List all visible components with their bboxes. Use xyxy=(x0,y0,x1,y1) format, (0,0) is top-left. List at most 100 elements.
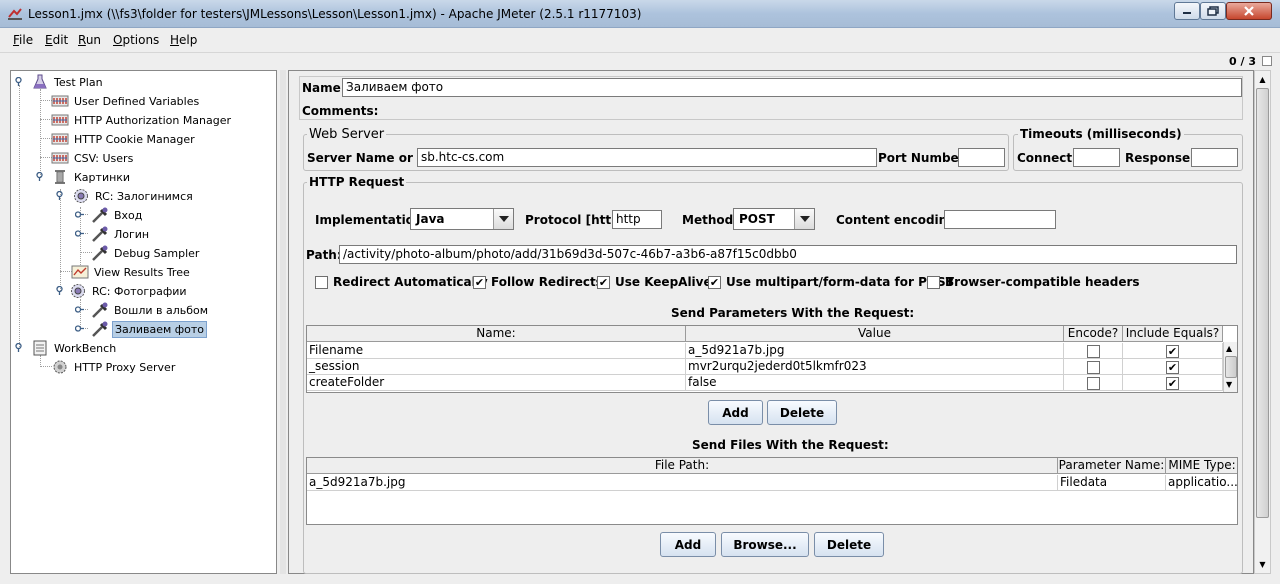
scroll-up-arrow-icon[interactable]: ▲ xyxy=(1226,344,1232,353)
browse-file-button[interactable]: Browse... xyxy=(721,532,809,557)
server-input[interactable]: sb.htc-cs.com xyxy=(417,148,877,167)
parameters-scrollbar[interactable]: ▲ ▼ xyxy=(1223,342,1237,392)
col-file-path-header[interactable]: File Path: xyxy=(307,458,1058,474)
tree-node-rc-photos[interactable]: RC: Фотографии xyxy=(69,282,189,300)
delete-file-button[interactable]: Delete xyxy=(814,532,884,557)
port-input[interactable] xyxy=(958,148,1005,167)
connect-timeout-input[interactable] xyxy=(1073,148,1120,167)
name-label: Name: xyxy=(302,81,346,95)
web-server-title: Web Server xyxy=(307,127,387,142)
http-request-title: HTTP Request xyxy=(307,175,407,189)
col-parameter-name-header[interactable]: Parameter Name: xyxy=(1058,458,1166,474)
menu-edit[interactable]: Edit xyxy=(45,33,68,47)
include-equals-checkbox[interactable]: ✔ xyxy=(1166,376,1179,390)
expand-toggle-test-plan[interactable] xyxy=(14,77,23,86)
col-name-header[interactable]: Name: xyxy=(307,326,686,342)
browser-compatible-headers-checkbox[interactable]: Browser-compatible headers xyxy=(927,275,1140,289)
col-value-header[interactable]: Value xyxy=(686,326,1064,342)
col-include-equals-header[interactable]: Include Equals? xyxy=(1123,326,1223,342)
menu-file[interactable]: File xyxy=(13,33,33,47)
tree-node-login[interactable]: Логин xyxy=(91,225,151,243)
listener-chart-icon xyxy=(71,265,89,279)
expand-toggle-rc-photos[interactable] xyxy=(55,286,64,295)
include-equals-checkbox[interactable]: ✔ xyxy=(1166,360,1179,374)
sampler-pipette-icon xyxy=(92,207,108,223)
editor-scrollbar[interactable]: ▲ ▼ xyxy=(1254,70,1271,574)
sampler-pipette-icon xyxy=(92,302,108,318)
flask-icon xyxy=(33,74,47,89)
config-element-icon xyxy=(51,114,69,126)
scroll-down-arrow-icon[interactable]: ▼ xyxy=(1226,380,1232,389)
include-equals-checkbox[interactable]: ✔ xyxy=(1166,344,1179,358)
tree-node-http-cookie-manager[interactable]: HTTP Cookie Manager xyxy=(51,130,197,148)
tree-node-csv-users[interactable]: CSV: Users xyxy=(51,149,135,167)
expand-toggle-login[interactable] xyxy=(75,229,84,238)
config-element-icon xyxy=(51,133,69,145)
tree-node-view-results-tree[interactable]: View Results Tree xyxy=(71,263,192,281)
scroll-up-arrow-icon[interactable]: ▲ xyxy=(1257,74,1268,85)
menu-run[interactable]: Run xyxy=(78,33,101,47)
panel-splitter[interactable] xyxy=(280,70,286,574)
protocol-input[interactable]: http xyxy=(612,210,662,229)
col-encode-header[interactable]: Encode? xyxy=(1064,326,1123,342)
scroll-thumb[interactable] xyxy=(1256,88,1269,518)
tree-node-entry[interactable]: Вход xyxy=(91,206,144,224)
encode-checkbox[interactable] xyxy=(1086,344,1100,358)
add-file-button[interactable]: Add xyxy=(660,532,716,557)
follow-redirects-checkbox[interactable]: ✔ Follow Redirects xyxy=(473,275,603,289)
encode-checkbox[interactable] xyxy=(1086,376,1100,390)
response-timeout-input[interactable] xyxy=(1191,148,1238,167)
expand-toggle-album[interactable] xyxy=(75,305,84,314)
content-encoding-input[interactable] xyxy=(944,210,1056,229)
files-table: File Path: Parameter Name: MIME Type: a_… xyxy=(306,457,1238,525)
use-multipart-checkbox[interactable]: ✔ Use multipart/form-data for POST xyxy=(708,275,954,289)
tree-node-thread-group[interactable]: Картинки xyxy=(51,168,132,186)
restore-icon xyxy=(1207,6,1219,16)
table-row[interactable]: Filename a_5d921a7b.jpg ✔ xyxy=(307,343,1223,359)
server-label: Server Name or IP: xyxy=(307,151,436,165)
expand-toggle-upload-photo[interactable] xyxy=(75,324,84,333)
tree-node-test-plan[interactable]: Test Plan xyxy=(31,73,105,91)
scroll-thumb[interactable] xyxy=(1225,356,1237,378)
http-request-editor: Name: Заливаем фото Comments: Web Server… xyxy=(288,70,1254,574)
menu-options[interactable]: Options xyxy=(113,33,159,47)
expand-toggle-thread-group[interactable] xyxy=(35,172,44,181)
table-row[interactable]: _session mvr2urqu2jederd0t5lkmfr023 ✔ xyxy=(307,359,1223,375)
tree-node-http-proxy-server[interactable]: HTTP Proxy Server xyxy=(51,358,177,376)
tree-node-debug-sampler[interactable]: Debug Sampler xyxy=(91,244,201,262)
config-element-icon xyxy=(51,95,69,107)
close-button[interactable] xyxy=(1226,2,1272,20)
table-row[interactable]: a_5d921a7b.jpg Filedata applicatio... xyxy=(307,475,1237,491)
redirect-automatically-checkbox[interactable]: Redirect Automatically xyxy=(315,275,488,289)
method-select[interactable]: POST xyxy=(733,208,815,230)
use-keepalive-checkbox[interactable]: ✔ Use KeepAlive xyxy=(597,275,712,289)
delete-parameter-button[interactable]: Delete xyxy=(767,400,837,425)
encode-checkbox[interactable] xyxy=(1086,360,1100,374)
tree-node-http-auth-manager[interactable]: HTTP Authorization Manager xyxy=(51,111,233,129)
jmeter-app-icon xyxy=(8,8,22,20)
minimize-button[interactable] xyxy=(1174,2,1200,20)
config-element-icon xyxy=(51,152,69,164)
col-mime-type-header[interactable]: MIME Type: xyxy=(1166,458,1237,474)
tree-node-user-defined-variables[interactable]: User Defined Variables xyxy=(51,92,201,110)
expand-toggle-entry[interactable] xyxy=(75,210,84,219)
title-bar[interactable]: Lesson1.jmx (\\fs3\folder for testers\JM… xyxy=(0,0,1280,28)
table-row[interactable]: createFolder false ✔ xyxy=(307,375,1223,391)
tree-node-upload-photo[interactable]: Заливаем фото xyxy=(91,320,208,338)
path-input[interactable]: /activity/photo-album/photo/add/31b69d3d… xyxy=(339,245,1237,264)
expand-toggle-rc-login[interactable] xyxy=(55,191,64,200)
name-input[interactable]: Заливаем фото xyxy=(342,78,1242,97)
tree-node-album[interactable]: Вошли в альбом xyxy=(91,301,210,319)
scroll-down-arrow-icon[interactable]: ▼ xyxy=(1257,559,1268,570)
minimize-icon xyxy=(1183,12,1191,14)
menu-help[interactable]: Help xyxy=(170,33,197,47)
maximize-button[interactable] xyxy=(1200,2,1226,20)
test-plan-tree[interactable]: Test Plan User Defined Variables HTTP Au… xyxy=(10,70,277,574)
implementation-select[interactable]: Java xyxy=(410,208,514,230)
tree-node-rc-login[interactable]: RC: Залогинимся xyxy=(72,187,195,205)
content-encoding-label: Content encoding: xyxy=(836,213,961,227)
response-label: Response: xyxy=(1125,151,1195,165)
add-parameter-button[interactable]: Add xyxy=(708,400,763,425)
tree-node-workbench[interactable]: WorkBench xyxy=(31,339,118,357)
expand-toggle-workbench[interactable] xyxy=(14,343,23,352)
